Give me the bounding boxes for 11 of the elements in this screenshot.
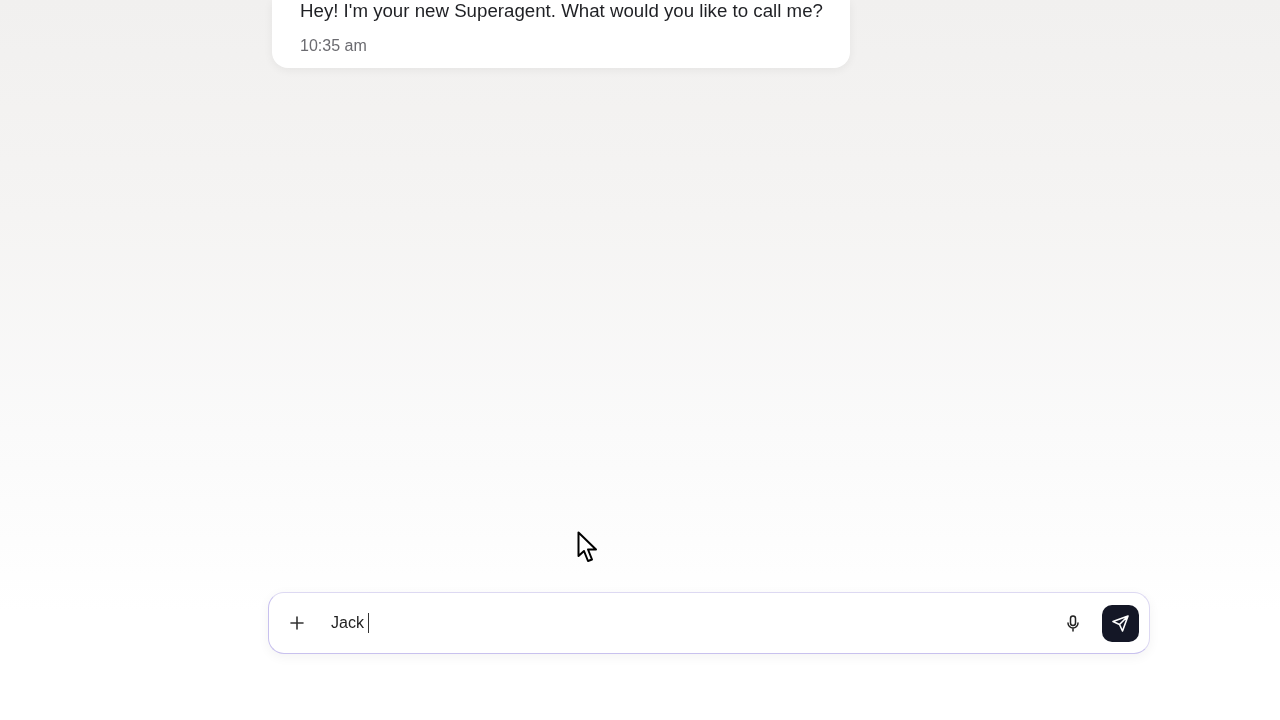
text-caret-icon	[367, 613, 370, 633]
send-button[interactable]	[1102, 604, 1139, 642]
message-time: 10:35 am	[300, 37, 368, 55]
plus-icon	[290, 616, 304, 630]
message-text: Hey! I'm your new Superagent. What would you like to call me?	[300, 0, 823, 22]
microphone-button[interactable]	[1066, 614, 1080, 632]
add-button[interactable]	[289, 615, 305, 631]
microphone-icon	[1067, 614, 1079, 632]
paper-plane-icon	[1112, 614, 1129, 632]
mouse-pointer-icon	[577, 531, 598, 564]
message-input[interactable]: Jack	[331, 613, 1066, 633]
